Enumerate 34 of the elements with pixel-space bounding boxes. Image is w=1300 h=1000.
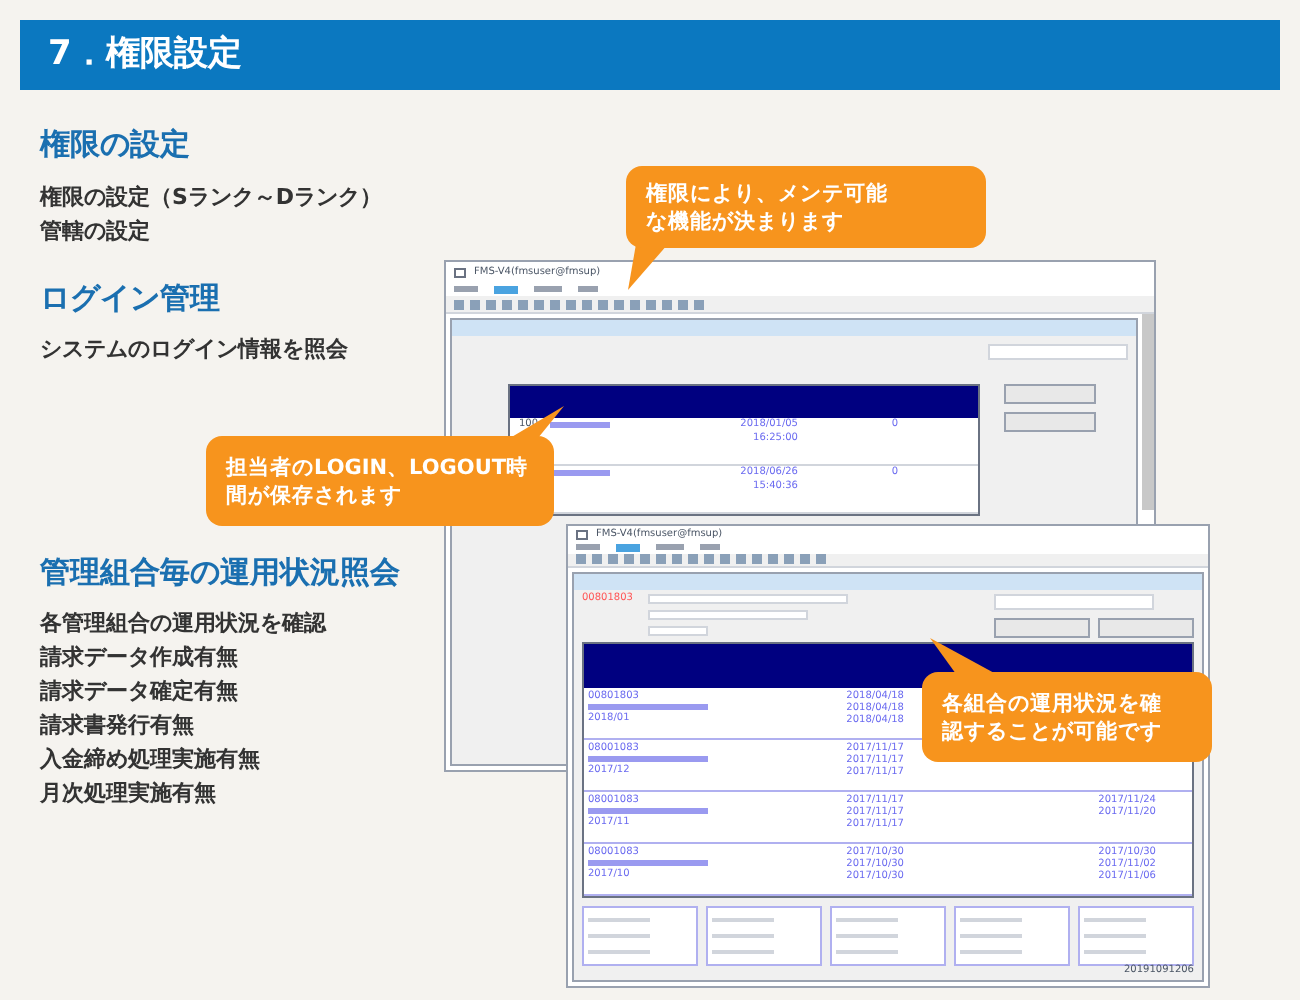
screen-button-drawing (1004, 412, 1096, 432)
option-group-box (1078, 906, 1194, 966)
user-name-drawing (550, 470, 610, 476)
section-heading: 権限の設定 (40, 124, 190, 166)
option-group-box (706, 906, 822, 966)
callout-text: 各組合の運用状況を確認することが可能です (942, 689, 1164, 745)
union-name-drawing (588, 860, 708, 866)
section-text: 請求データ作成有無 (40, 642, 238, 674)
callout-text: 担当者のLOGIN、LOGOUT時間が保存されます (226, 453, 530, 509)
window-icon (454, 267, 466, 277)
window-icon (576, 529, 588, 539)
union-name-drawing (588, 808, 708, 814)
union-name-drawing (588, 756, 708, 762)
section-text: 管轄の設定 (40, 215, 150, 247)
screen-button-drawing (1004, 384, 1096, 404)
section-heading: 管理組合毎の運用状況照会 (40, 551, 400, 593)
section-text: 各管理組合の運用状況を確認 (40, 608, 326, 640)
option-group-box (582, 906, 698, 966)
option-group-box (830, 906, 946, 966)
callout-text: 権限により、メンテ可能な機能が決まります (646, 179, 890, 235)
option-group-box (954, 906, 1070, 966)
section-text: 権限の設定（Sランク～Dランク） (40, 181, 383, 213)
screen-button-drawing (1098, 618, 1194, 638)
section-text: 請求データ確定有無 (40, 676, 238, 708)
screen-button-drawing (994, 618, 1090, 638)
page-title: 7．権限設定 (48, 31, 242, 78)
section-text: 月次処理実施有無 (40, 778, 216, 810)
section-text: システムのログイン情報を照会 (40, 334, 348, 366)
section-text: 入金締め処理実施有無 (40, 744, 260, 776)
section-text: 請求書発行有無 (40, 710, 194, 742)
user-name-drawing (550, 422, 610, 428)
user-field-drawing (988, 344, 1128, 360)
union-name-drawing (588, 704, 708, 710)
section-heading: ログイン管理 (40, 277, 220, 319)
